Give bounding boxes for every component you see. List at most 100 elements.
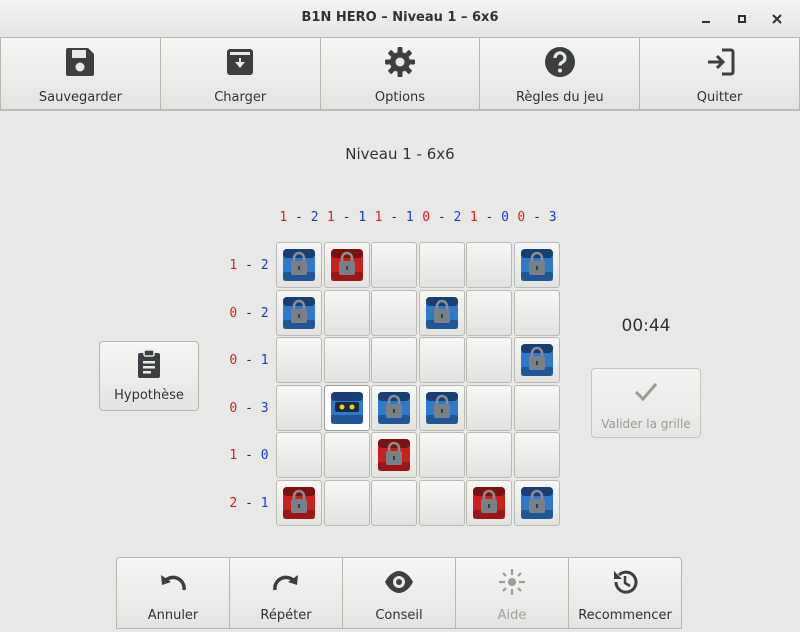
blue-count: 0 — [501, 210, 509, 225]
grid-cell[interactable] — [276, 384, 322, 431]
blue-locked-piece — [425, 391, 458, 424]
blue-count: 2 — [310, 210, 319, 225]
blue-locked-piece — [378, 391, 411, 424]
grid-cell[interactable] — [276, 242, 322, 288]
restart-icon — [614, 570, 638, 594]
grid-cell[interactable] — [276, 289, 322, 336]
grid-cell[interactable] — [323, 242, 370, 288]
hint-button[interactable]: Conseil — [342, 557, 456, 629]
redo-button[interactable]: Répéter — [229, 557, 343, 629]
rules-label: Règles du jeu — [515, 90, 604, 105]
help-button[interactable]: Aide — [455, 557, 569, 629]
grid-cell[interactable] — [276, 480, 322, 526]
grid-cell[interactable] — [466, 432, 513, 479]
red-locked-piece — [473, 487, 506, 519]
grid-cell[interactable] — [466, 384, 513, 431]
undo-button[interactable]: Annuler — [116, 557, 230, 629]
rules-button[interactable]: Règles du jeu — [479, 38, 641, 110]
timer: 00:44 — [621, 316, 671, 336]
grid-cell[interactable] — [371, 289, 418, 336]
quit-button[interactable]: Quitter — [639, 38, 800, 110]
close-icon — [772, 14, 782, 24]
grid-cell[interactable] — [466, 337, 513, 384]
blue-count: 0 — [260, 448, 269, 464]
grid-cell[interactable] — [466, 242, 513, 288]
grid-cell[interactable] — [323, 384, 370, 431]
count-separator: - — [525, 210, 549, 225]
options-button[interactable]: Options — [319, 38, 481, 110]
grid-cell[interactable] — [514, 289, 560, 336]
grid-cell[interactable] — [323, 337, 370, 384]
blue-count: 2 — [260, 258, 269, 273]
blue-locked-piece — [283, 296, 315, 329]
grid-cell[interactable] — [276, 432, 322, 479]
row-counter: 2 - 1 — [226, 496, 272, 511]
help-icon — [544, 47, 575, 77]
column-counter: 1 - 0 — [466, 210, 512, 225]
count-separator: - — [237, 258, 261, 273]
hypothesis-label: Hypothèse — [114, 388, 184, 403]
count-separator: - — [477, 210, 502, 225]
grid-cell[interactable] — [276, 337, 322, 384]
grid-cell[interactable] — [514, 337, 560, 384]
help-label: Aide — [497, 608, 527, 623]
bottom-toolbar: Annuler Répéter Conseil Aide Recommencer — [116, 557, 686, 629]
title-bar: B1N HERO – Niveau 1 – 6x6 — [0, 0, 800, 38]
count-separator: - — [287, 210, 311, 225]
minimize-icon — [702, 21, 710, 23]
column-counter: 0 - 2 — [419, 210, 465, 225]
maximize-icon — [738, 15, 746, 23]
red-locked-piece — [330, 249, 363, 281]
grid-cell[interactable] — [418, 289, 465, 336]
grid-cell[interactable] — [514, 432, 560, 479]
count-separator: - — [237, 353, 261, 369]
red-locked-piece — [283, 487, 315, 519]
save-button[interactable]: Sauvegarder — [0, 38, 161, 110]
blue-robot-piece — [330, 391, 363, 424]
grid-cell[interactable] — [371, 242, 418, 288]
row-counter: 1 - 2 — [226, 258, 272, 273]
grid-cell[interactable] — [371, 480, 418, 526]
grid-cell[interactable] — [371, 337, 418, 384]
blue-locked-piece — [283, 249, 315, 281]
grid-cell[interactable] — [418, 480, 465, 526]
column-counter: 1 - 1 — [371, 210, 417, 225]
grid-cell[interactable] — [466, 480, 513, 526]
close-button[interactable] — [767, 9, 787, 29]
count-separator: - — [237, 448, 261, 464]
row-counter: 0 - 3 — [226, 401, 272, 416]
grid-cell[interactable] — [514, 242, 560, 288]
level-title: Niveau 1 - 6x6 — [345, 145, 455, 163]
count-separator: - — [237, 305, 261, 321]
grid-cell[interactable] — [418, 384, 465, 431]
blue-count: 2 — [260, 305, 269, 321]
redo-icon — [273, 575, 298, 591]
grid-cell[interactable] — [323, 432, 370, 479]
grid-cell[interactable] — [371, 432, 418, 479]
blue-count: 1 — [405, 210, 414, 225]
blue-locked-piece — [521, 249, 553, 281]
grid-cell[interactable] — [418, 337, 465, 384]
grid-cell[interactable] — [323, 480, 370, 526]
game-grid — [276, 242, 562, 526]
maximize-button[interactable] — [732, 9, 752, 29]
row-counter: 1 - 0 — [226, 448, 272, 463]
red-count: 1 — [469, 210, 478, 225]
grid-cell[interactable] — [514, 480, 560, 526]
save-icon — [66, 48, 95, 76]
load-button[interactable]: Charger — [159, 38, 321, 110]
validate-button[interactable]: Valider la grille — [591, 368, 701, 438]
grid-cell[interactable] — [371, 384, 418, 431]
grid-cell[interactable] — [418, 242, 465, 288]
options-label: Options — [374, 90, 426, 105]
minimize-button[interactable] — [696, 9, 716, 29]
column-counter: 1 - 2 — [276, 210, 322, 225]
grid-cell[interactable] — [466, 289, 513, 336]
grid-cell[interactable] — [514, 384, 560, 431]
save-label: Sauvegarder — [38, 90, 122, 105]
hypothesis-button[interactable]: Hypothèse — [99, 341, 199, 411]
blue-locked-piece — [521, 344, 553, 377]
grid-cell[interactable] — [323, 289, 370, 336]
grid-cell[interactable] — [418, 432, 465, 479]
restart-button[interactable]: Recommencer — [568, 557, 682, 629]
